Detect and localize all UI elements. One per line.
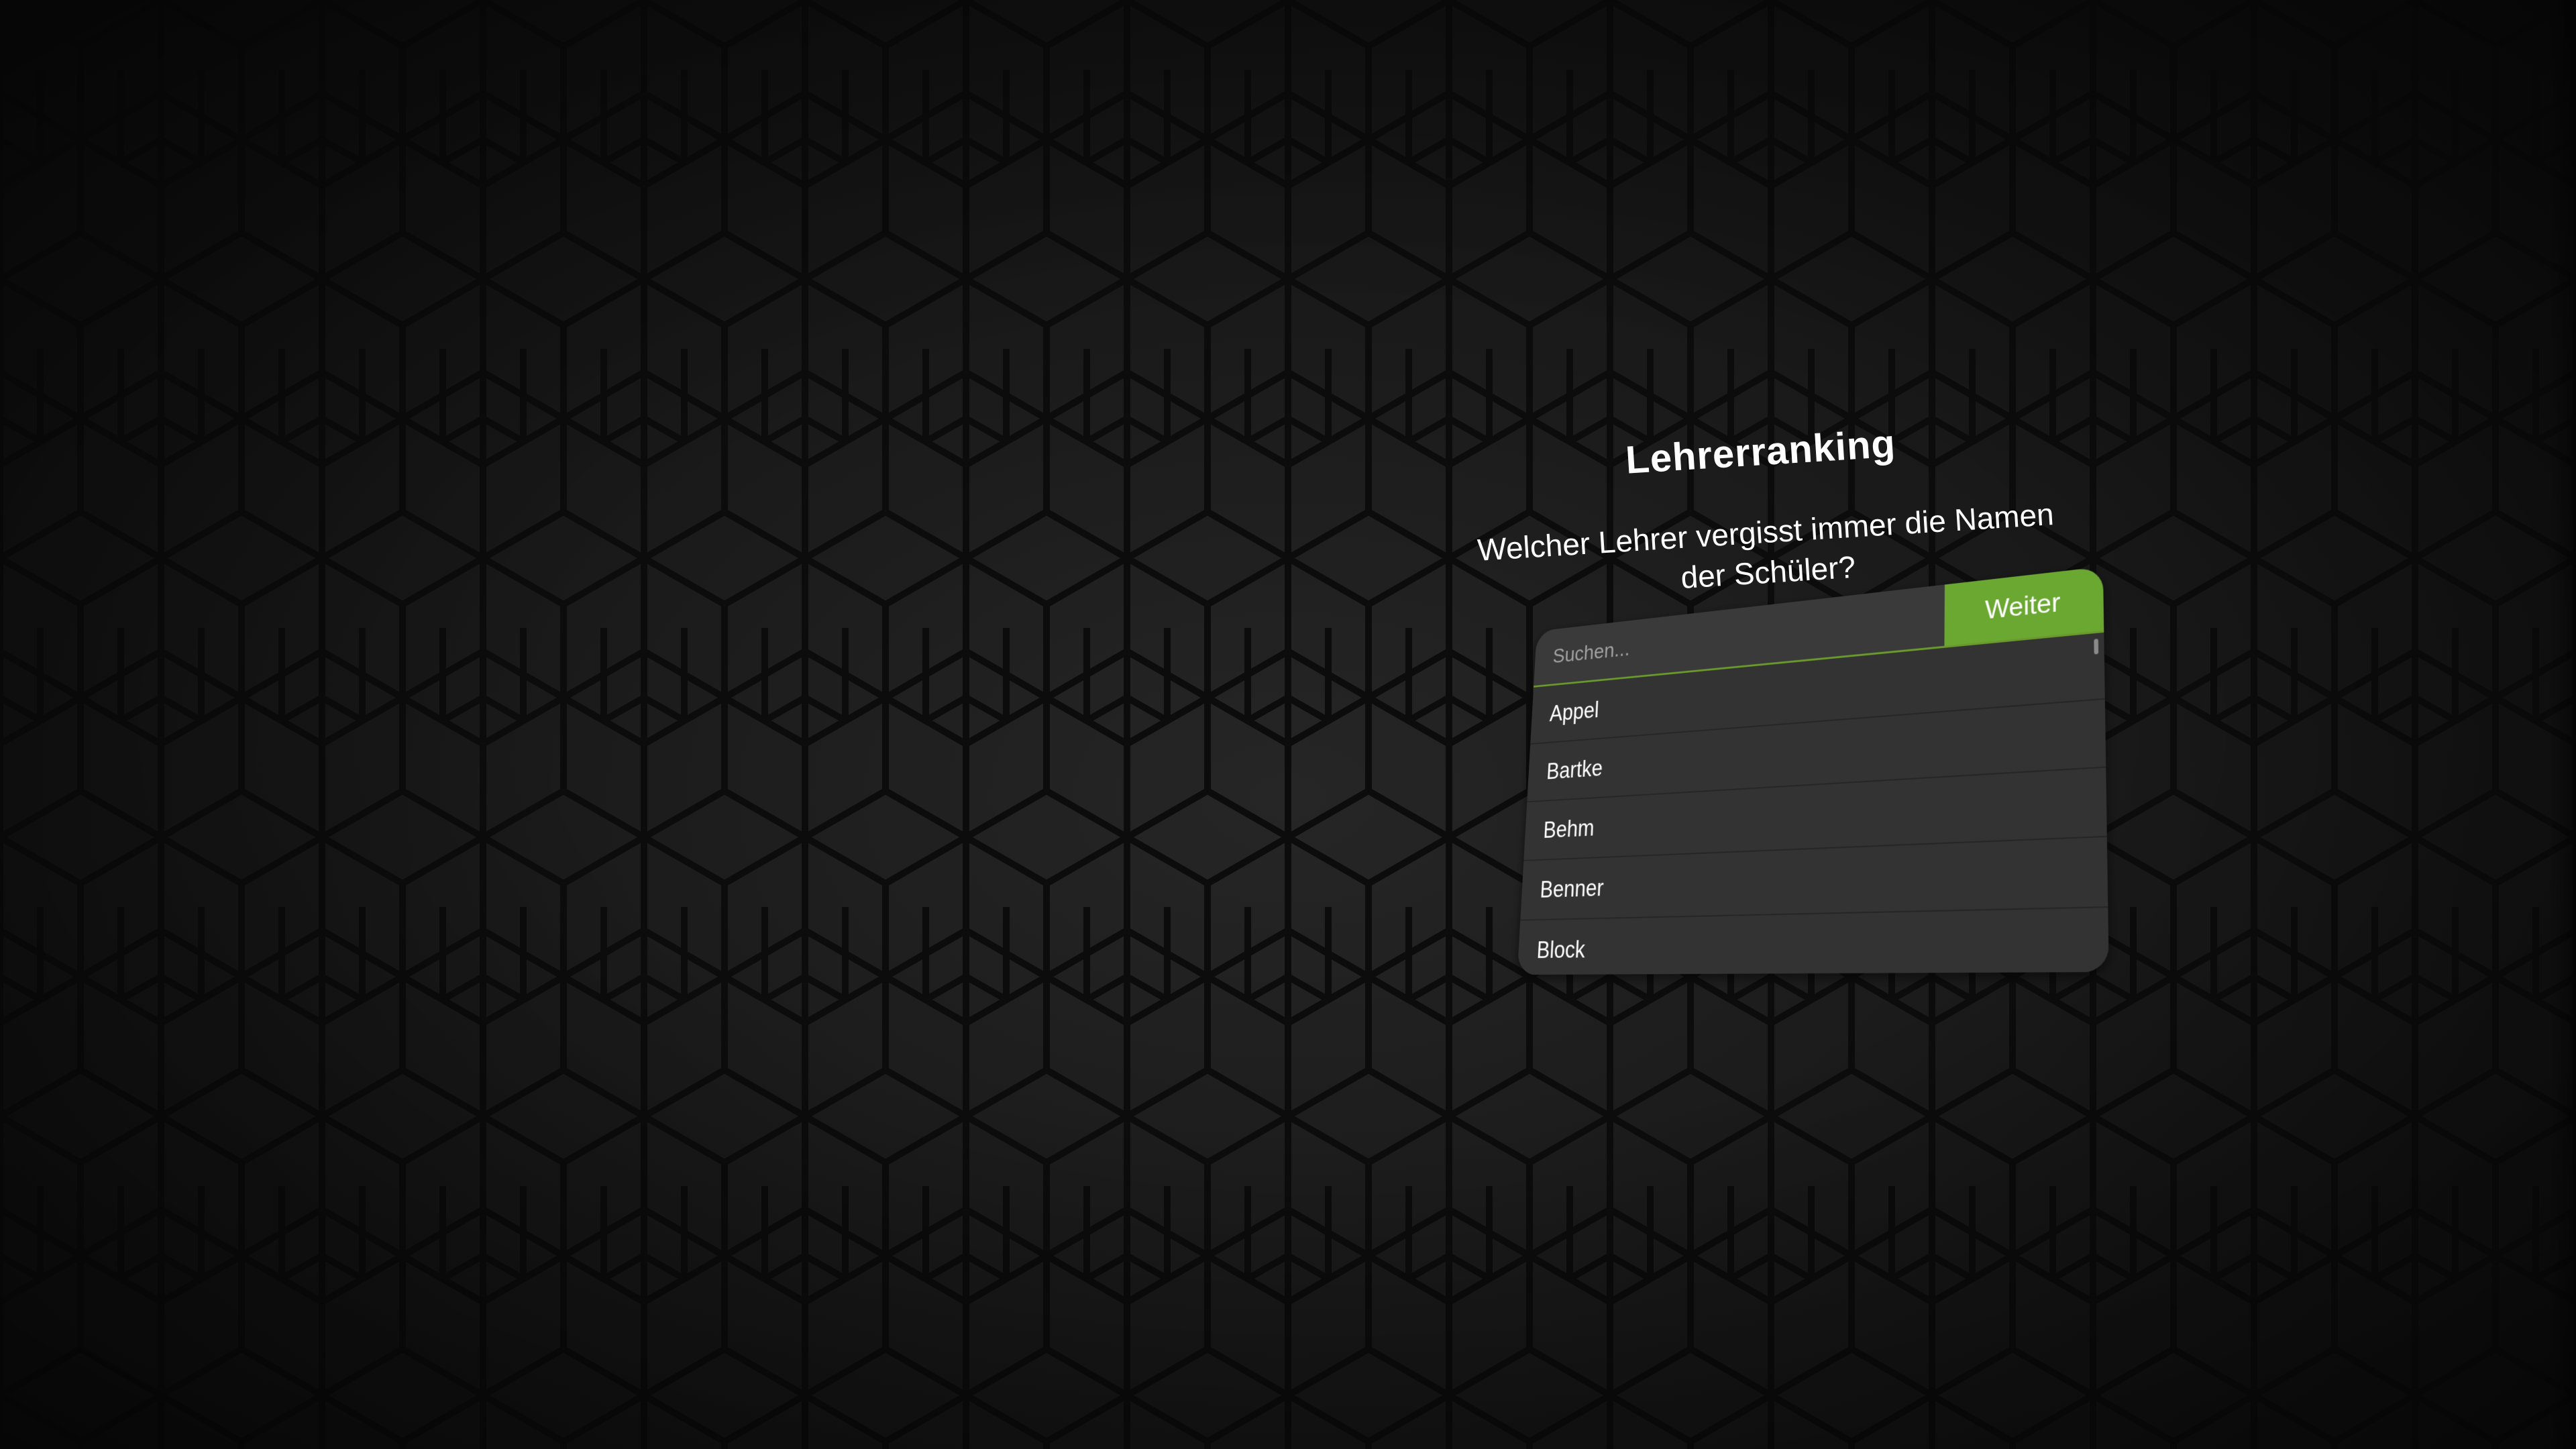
list-item-label: Appel	[1549, 696, 1600, 727]
list-item-label: Benner	[1539, 874, 1605, 903]
teacher-list: Appel Bartke Behm Benner Block	[1517, 632, 2109, 975]
list-item-label: Behm	[1542, 814, 1595, 843]
teacher-selection-panel: Weiter Appel Bartke Behm Benner Block	[1517, 566, 2109, 975]
edge-shade	[2549, 0, 2576, 1449]
list-item-label: Bartke	[1546, 754, 1604, 784]
vr-scene-background	[0, 0, 2576, 1449]
selection-panel-wrapper: Weiter Appel Bartke Behm Benner Block	[1456, 566, 2147, 1006]
background-pattern	[0, 0, 2576, 1449]
list-item-label: Block	[1536, 935, 1586, 963]
list-scrollbar[interactable]	[2094, 639, 2099, 655]
